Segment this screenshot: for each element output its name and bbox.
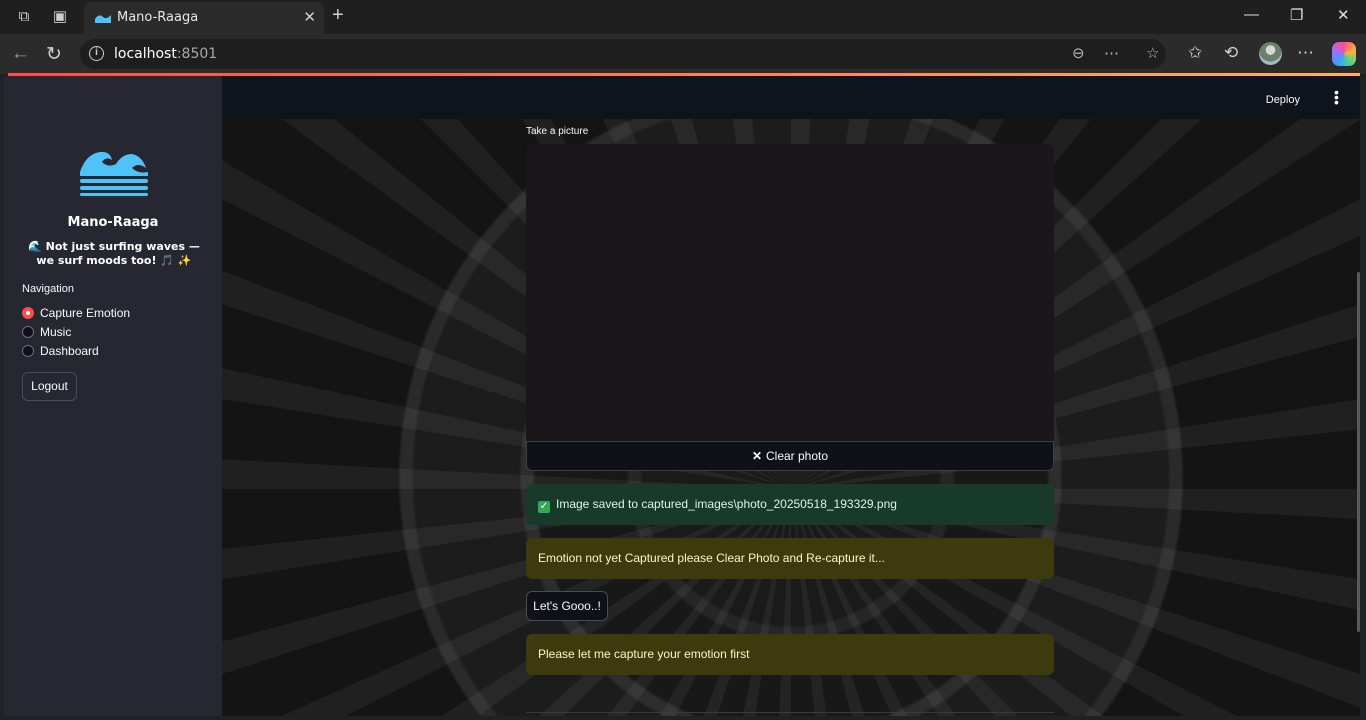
restore-icon[interactable]: ❐ [1290, 6, 1303, 24]
close-tab-icon[interactable]: ✕ [303, 8, 316, 26]
main-menu-icon[interactable]: • • • [1334, 85, 1339, 109]
nav-option-dashboard[interactable]: Dashboard [22, 342, 99, 360]
back-icon[interactable]: ← [11, 43, 30, 65]
copilot-icon[interactable] [1332, 42, 1356, 66]
tab-title: Mano-Raaga [117, 10, 199, 25]
sidebar: Mano-Raaga 🌊 Not just surfing waves — we… [4, 76, 222, 716]
browser-tab-bar: ⧉ ▣ Mano-Raaga ✕ + — ❐ ✕ [0, 0, 1366, 34]
success-alert: ✓ Image saved to captured_images\photo_20… [526, 484, 1054, 525]
favorites-icon[interactable]: ✩ [1188, 43, 1202, 63]
history-icon[interactable]: ⟲ [1224, 43, 1238, 63]
camera-input-label: Take a picture [526, 126, 589, 137]
scrollbar[interactable] [1357, 272, 1360, 632]
navigation-label: Navigation [22, 283, 74, 295]
minimize-icon[interactable]: — [1244, 6, 1259, 23]
app-window: Mano-Raaga 🌊 Not just surfing waves — we… [4, 76, 1360, 716]
zoom-icon[interactable]: ⊖ [1072, 44, 1085, 62]
app-header: Deploy • • • [222, 76, 1360, 119]
radio-icon[interactable] [22, 345, 34, 357]
radio-selected-icon[interactable] [22, 307, 34, 319]
read-aloud-icon[interactable]: ⋯ [1104, 44, 1119, 62]
tab-actions-icon[interactable]: ▣ [49, 6, 71, 28]
browser-tab[interactable]: Mano-Raaga ✕ [84, 2, 324, 34]
radio-icon[interactable] [22, 326, 34, 338]
workspaces-icon[interactable]: ⧉ [13, 6, 35, 28]
address-bar[interactable]: i localhost:8501 ⊖ ⋯ ☆ [80, 39, 1166, 69]
close-window-icon[interactable]: ✕ [1337, 6, 1350, 24]
wave-logo-icon [80, 151, 148, 196]
favorite-star-icon[interactable]: ☆ [1146, 44, 1159, 62]
settings-more-icon[interactable]: ⋯ [1297, 43, 1314, 63]
check-icon: ✓ [538, 501, 550, 513]
wave-favicon-icon [95, 15, 111, 23]
camera-preview [526, 144, 1054, 441]
lets-go-button[interactable]: Let's Gooo..! [526, 591, 608, 621]
deploy-button[interactable]: Deploy [1266, 94, 1300, 106]
logout-button[interactable]: Logout [22, 372, 77, 401]
url-text[interactable]: localhost:8501 [114, 46, 217, 62]
app-tagline: 🌊 Not just surfing waves — we surf moods… [28, 240, 200, 267]
close-icon: ✕ [751, 449, 762, 463]
nav-option-capture-emotion[interactable]: Capture Emotion [22, 304, 130, 322]
site-info-icon[interactable]: i [89, 46, 104, 61]
divider [526, 712, 1054, 713]
app-name: Mano-Raaga [67, 215, 159, 230]
profile-avatar-icon[interactable] [1259, 42, 1282, 65]
warning-alert: Emotion not yet Captured please Clear Ph… [526, 538, 1054, 579]
clear-photo-button[interactable]: ✕ Clear photo [526, 441, 1054, 471]
nav-option-music[interactable]: Music [22, 323, 71, 341]
new-tab-icon[interactable]: + [332, 4, 344, 27]
info-alert: Please let me capture your emotion first [526, 634, 1054, 675]
address-toolbar: ← ↻ i localhost:8501 ⊖ ⋯ ☆ ✩ ⟲ ⋯ [0, 34, 1366, 74]
main-area: Deploy • • • Take a picture ✕ Clear photo ✓… [222, 76, 1360, 716]
reload-icon[interactable]: ↻ [46, 43, 62, 66]
